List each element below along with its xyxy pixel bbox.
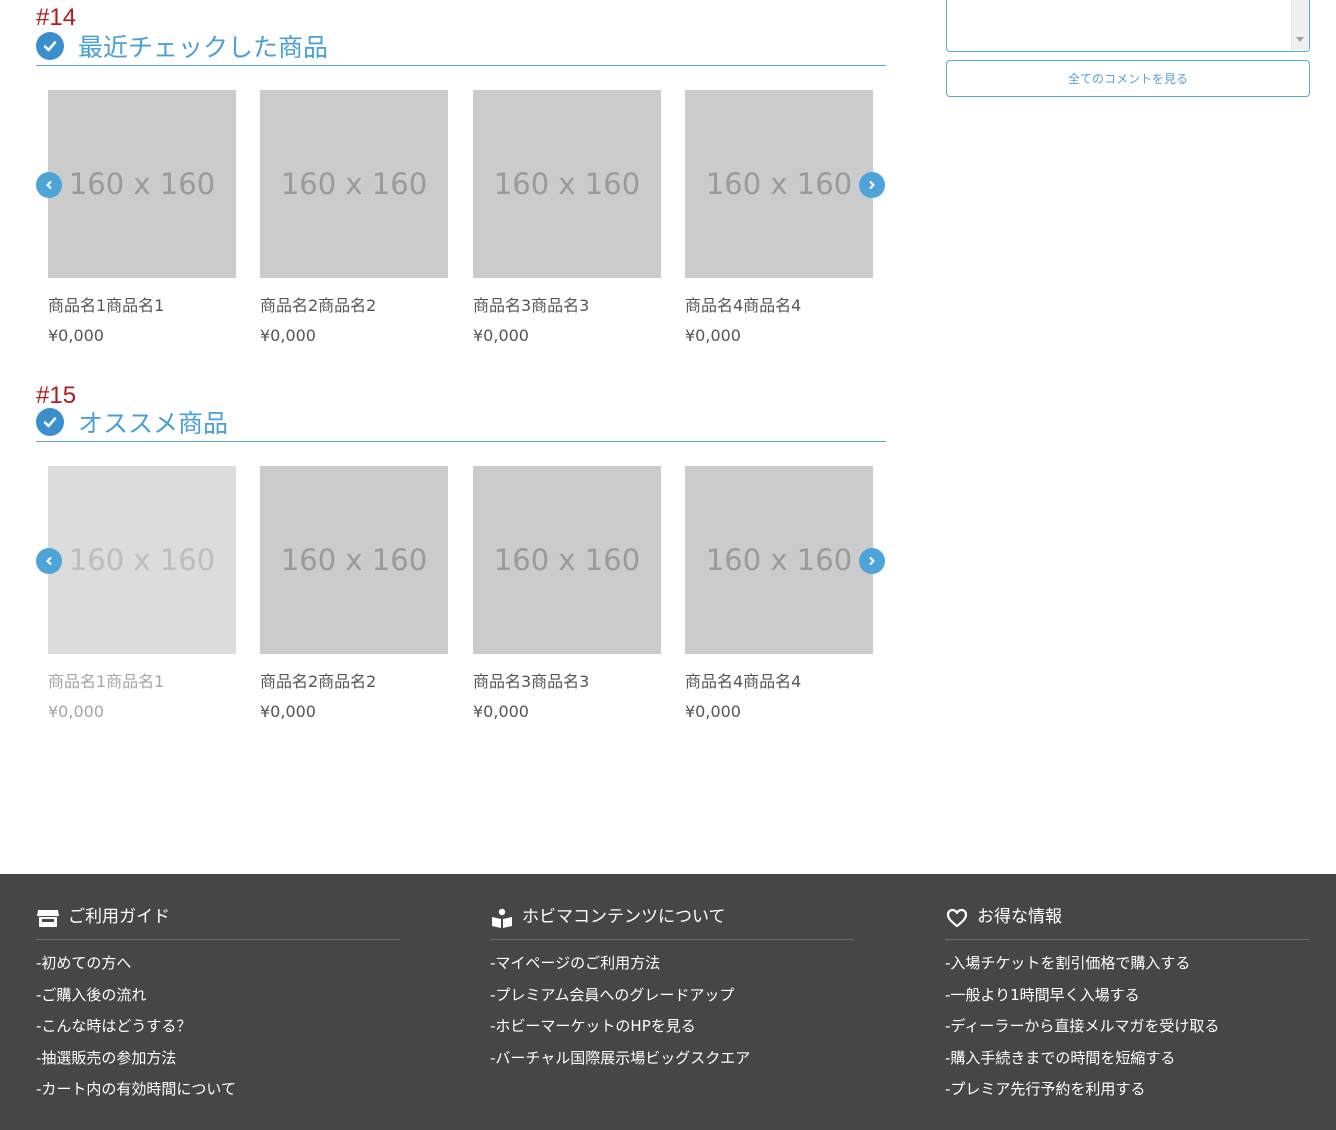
product-card[interactable]: 160 x 160 商品名4商品名4 ¥0,000 — [685, 466, 873, 721]
scroll-down-arrow-icon[interactable] — [1296, 37, 1304, 42]
product-card[interactable]: 160 x 160 商品名1商品名1 ¥0,000 — [48, 90, 236, 345]
product-price: ¥0,000 — [685, 702, 741, 721]
comment-scrollbar[interactable] — [1291, 0, 1309, 50]
product-image[interactable]: 160 x 160 — [260, 466, 448, 654]
heart-icon — [945, 906, 969, 930]
carousel-next-button[interactable] — [859, 172, 885, 198]
footer-link-list: -入場チケットを割引価格で購入する -一般より1時間早く入場する -ディーラーか… — [945, 952, 1219, 1110]
footer-link[interactable]: -マイページのご利用方法 — [490, 952, 750, 984]
section-header: 最近チェックした商品 — [36, 26, 886, 66]
product-card[interactable]: 160 x 160 商品名2商品名2 ¥0,000 — [260, 90, 448, 345]
product-image[interactable]: 160 x 160 — [685, 466, 873, 654]
product-image[interactable]: 160 x 160 — [260, 90, 448, 278]
chevron-right-icon — [869, 557, 875, 565]
footer-link-list: -初めての方へ -ご購入後の流れ -こんな時はどうする？ -抽選販売の参加方法 … — [36, 952, 236, 1110]
footer-link[interactable]: -抽選販売の参加方法 — [36, 1047, 236, 1079]
product-price: ¥0,000 — [685, 326, 741, 345]
footer-link[interactable]: -一般より1時間早く入場する — [945, 984, 1219, 1016]
footer-column-header: ご利用ガイド — [36, 902, 400, 940]
site-footer: ご利用ガイド -初めての方へ -ご購入後の流れ -こんな時はどうする？ -抽選販… — [0, 874, 1336, 1130]
check-circle-icon — [36, 31, 64, 60]
product-name[interactable]: 商品名2商品名2 — [260, 668, 448, 692]
product-name[interactable]: 商品名4商品名4 — [685, 292, 873, 316]
footer-link[interactable]: -入場チケットを割引価格で購入する — [945, 952, 1219, 984]
product-image[interactable]: 160 x 160 — [473, 90, 661, 278]
footer-link[interactable]: -カート内の有効時間について — [36, 1078, 236, 1110]
product-card[interactable]: 160 x 160 商品名2商品名2 ¥0,000 — [260, 466, 448, 721]
product-card[interactable]: 160 x 160 商品名3商品名3 ¥0,000 — [473, 466, 661, 721]
carousel-prev-button[interactable] — [36, 172, 62, 198]
footer-link[interactable]: -ホビーマーケットのHPを見る — [490, 1015, 750, 1047]
footer-column-header: お得な情報 — [945, 902, 1309, 940]
carousel-next-button[interactable] — [859, 548, 885, 574]
product-name[interactable]: 商品名1商品名1 — [48, 292, 236, 316]
product-carousel: 160 x 160 商品名1商品名1 ¥0,000 160 x 160 商品名2… — [36, 466, 886, 736]
section-title: 最近チェックした商品 — [78, 32, 329, 62]
product-name[interactable]: 商品名1商品名1 — [48, 668, 236, 692]
footer-link[interactable]: -ディーラーから直接メルマガを受け取る — [945, 1015, 1219, 1047]
footer-link[interactable]: -バーチャル国際展示場ビッグスクエア — [490, 1047, 750, 1079]
product-card[interactable]: 160 x 160 商品名1商品名1 ¥0,000 — [48, 466, 236, 721]
footer-link[interactable]: -こんな時はどうする？ — [36, 1015, 236, 1047]
product-price: ¥0,000 — [473, 702, 529, 721]
carousel-prev-button[interactable] — [36, 548, 62, 574]
footer-column-header: ホビマコンテンツについて — [490, 902, 854, 940]
reading-person-icon — [490, 906, 514, 930]
product-image[interactable]: 160 x 160 — [473, 466, 661, 654]
product-name[interactable]: 商品名4商品名4 — [685, 668, 873, 692]
product-card[interactable]: 160 x 160 商品名4商品名4 ¥0,000 — [685, 90, 873, 345]
all-comments-button[interactable]: 全てのコメントを見る — [946, 60, 1310, 97]
shop-icon — [36, 906, 60, 930]
comment-textarea[interactable] — [946, 0, 1310, 52]
footer-link[interactable]: -ご購入後の流れ — [36, 984, 236, 1016]
chevron-right-icon — [869, 181, 875, 189]
product-image[interactable]: 160 x 160 — [48, 90, 236, 278]
chevron-left-icon — [46, 181, 52, 189]
product-price: ¥0,000 — [48, 702, 104, 721]
footer-link[interactable]: -プレミア先行予約を利用する — [945, 1078, 1219, 1110]
product-name[interactable]: 商品名2商品名2 — [260, 292, 448, 316]
footer-link-list: -マイページのご利用方法 -プレミアム会員へのグレードアップ -ホビーマーケット… — [490, 952, 750, 1078]
product-name[interactable]: 商品名3商品名3 — [473, 292, 661, 316]
product-price: ¥0,000 — [260, 702, 316, 721]
product-carousel: 160 x 160 商品名1商品名1 ¥0,000 160 x 160 商品名2… — [36, 90, 886, 360]
product-card[interactable]: 160 x 160 商品名3商品名3 ¥0,000 — [473, 90, 661, 345]
footer-column-title: ご利用ガイド — [68, 907, 170, 927]
chevron-left-icon — [46, 557, 52, 565]
product-price: ¥0,000 — [473, 326, 529, 345]
product-image[interactable]: 160 x 160 — [685, 90, 873, 278]
product-name[interactable]: 商品名3商品名3 — [473, 668, 661, 692]
footer-link[interactable]: -プレミアム会員へのグレードアップ — [490, 984, 750, 1016]
section-header: オススメ商品 — [36, 402, 886, 442]
section-title: オススメ商品 — [78, 408, 229, 438]
footer-column-title: お得な情報 — [977, 907, 1062, 927]
check-circle-icon — [36, 407, 64, 436]
footer-link[interactable]: -購入手続きまでの時間を短縮する — [945, 1047, 1219, 1079]
footer-column-title: ホビマコンテンツについて — [522, 907, 726, 927]
product-image[interactable]: 160 x 160 — [48, 466, 236, 654]
footer-link[interactable]: -初めての方へ — [36, 952, 236, 984]
product-price: ¥0,000 — [48, 326, 104, 345]
product-price: ¥0,000 — [260, 326, 316, 345]
